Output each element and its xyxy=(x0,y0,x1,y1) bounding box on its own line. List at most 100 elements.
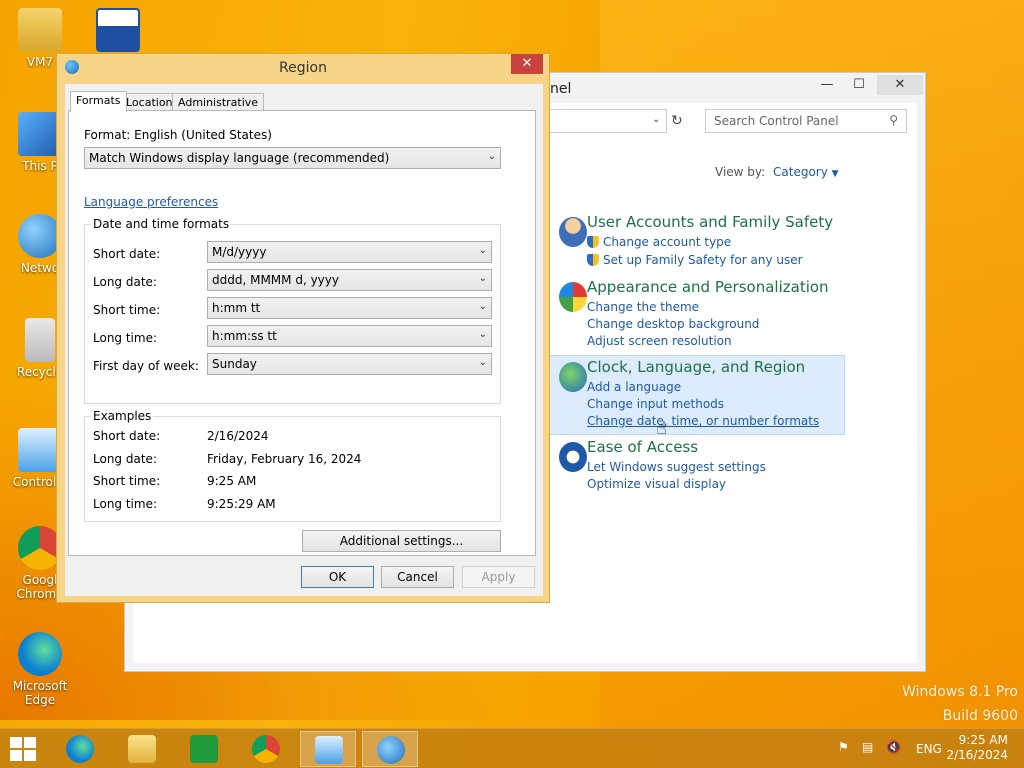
taskbar-store[interactable] xyxy=(176,731,232,767)
category-link[interactable]: Let Windows suggest settings xyxy=(587,460,766,474)
cancel-button[interactable]: Cancel xyxy=(381,566,454,588)
desktop-icon-document[interactable] xyxy=(80,8,156,55)
view-by-dropdown[interactable]: Category ▼ xyxy=(773,165,839,179)
region-dialog[interactable]: Region ✕ Formats Location Administrative… xyxy=(56,53,550,603)
watermark-line1: Windows 8.1 Pro xyxy=(902,684,1018,700)
category-link[interactable]: Set up Family Safety for any user xyxy=(587,253,803,267)
flag-icon[interactable]: ⚑ xyxy=(838,740,849,754)
view-by-label: View by: xyxy=(715,165,766,179)
link-text: Change account type xyxy=(603,235,732,249)
link-text: Set up Family Safety for any user xyxy=(603,253,803,267)
clock-date: 2/16/2024 xyxy=(946,748,1008,762)
window-title: nel xyxy=(550,81,572,97)
desktop-icon-label: Netwo xyxy=(20,261,60,275)
examples-group: Examples Short date: 2/16/2024 Long date… xyxy=(84,409,501,522)
minimize-button[interactable]: — xyxy=(813,75,841,95)
long-time-label: Long time: xyxy=(93,331,158,345)
category-heading[interactable]: User Accounts and Family Safety xyxy=(587,213,833,231)
category-link[interactable]: Change the theme xyxy=(587,300,699,314)
example-label: Long date: xyxy=(93,452,157,466)
additional-settings-button[interactable]: Additional settings... xyxy=(302,530,501,552)
category-link[interactable]: Add a language xyxy=(587,380,681,394)
edge-icon xyxy=(66,735,94,763)
format-dropdown[interactable]: Match Windows display language (recommen… xyxy=(84,147,501,169)
windows-start-icon[interactable] xyxy=(10,737,36,761)
category-heading[interactable]: Clock, Language, and Region xyxy=(587,358,805,376)
chevron-down-icon: ⌄ xyxy=(478,357,487,368)
category-link[interactable]: Change input methods xyxy=(587,397,724,411)
long-date-dropdown[interactable]: dddd, MMMM d, yyyy ⌄ xyxy=(207,269,492,291)
apply-button[interactable]: Apply xyxy=(462,566,535,588)
speaker-muted-icon[interactable]: 🔇 xyxy=(886,740,901,754)
folder-icon xyxy=(128,735,156,763)
category-link[interactable]: Change desktop background xyxy=(587,317,759,331)
clock[interactable]: 9:25 AM 2/16/2024 xyxy=(946,733,1008,763)
dropdown-value: h:mm:ss tt xyxy=(212,329,277,343)
short-time-dropdown[interactable]: h:mm tt ⌄ xyxy=(207,297,492,319)
short-date-dropdown[interactable]: M/d/yyyy ⌄ xyxy=(207,241,492,263)
taskbar-file-explorer[interactable] xyxy=(114,731,170,767)
category-link[interactable]: Change date, time, or number formats xyxy=(587,414,819,428)
example-value: Friday, February 16, 2024 xyxy=(207,452,362,466)
taskbar-control-panel[interactable] xyxy=(300,731,356,767)
chevron-down-icon: ⌄ xyxy=(478,329,487,340)
date-time-formats-group: Date and time formats Short date: M/d/yy… xyxy=(84,217,501,404)
dropdown-value: M/d/yyyy xyxy=(212,245,267,259)
taskbar-chrome[interactable] xyxy=(238,731,294,767)
floppy-document-icon xyxy=(96,8,140,52)
desktop-icon-label: Microsoft Edge xyxy=(12,679,68,707)
tab-formats[interactable]: Formats xyxy=(70,91,127,112)
chevron-down-icon: ⌄ xyxy=(478,273,487,284)
users-icon xyxy=(559,217,587,247)
language-indicator[interactable]: ENG xyxy=(916,742,942,756)
shield-icon xyxy=(587,254,599,266)
search-input[interactable]: Search Control Panel ⚲ xyxy=(705,109,907,133)
example-value: 2/16/2024 xyxy=(207,429,269,443)
category-heading[interactable]: Appearance and Personalization xyxy=(587,278,829,296)
dialog-title: Region xyxy=(279,60,327,76)
dialog-body: Formats Location Administrative Format: … xyxy=(65,84,543,596)
chevron-down-icon: ⌄ xyxy=(487,151,496,162)
maximize-button[interactable]: ☐ xyxy=(845,75,873,95)
dropdown-value: dddd, MMMM d, yyyy xyxy=(212,273,339,287)
desktop-icon-label: This P xyxy=(22,159,58,173)
search-placeholder: Search Control Panel xyxy=(714,114,839,128)
paint-palette-icon xyxy=(559,282,587,312)
taskbar: ⚑ ▤ 🔇 ENG 9:25 AM 2/16/2024 xyxy=(0,728,1024,768)
chevron-down-icon: ⌄ xyxy=(478,245,487,256)
close-button[interactable]: ✕ xyxy=(877,75,923,95)
category-link[interactable]: Change account type xyxy=(587,235,731,249)
taskbar-region[interactable] xyxy=(362,731,418,767)
example-value: 9:25:29 AM xyxy=(207,497,276,511)
tab-administrative[interactable]: Administrative xyxy=(172,93,265,111)
view-by-value: Category xyxy=(773,165,828,179)
group-title: Examples xyxy=(91,409,154,423)
ok-button[interactable]: OK xyxy=(301,566,374,588)
desktop-icon-edge[interactable]: Microsoft Edge xyxy=(2,632,78,707)
group-title: Date and time formats xyxy=(91,217,232,231)
language-preferences-link[interactable]: Language preferences xyxy=(84,195,218,209)
address-bar[interactable]: ⌄ xyxy=(549,109,667,133)
recycle-bin-icon xyxy=(25,318,55,362)
clock-globe-icon xyxy=(559,362,587,392)
category-link[interactable]: Adjust screen resolution xyxy=(587,334,732,348)
category-heading[interactable]: Ease of Access xyxy=(587,438,698,456)
short-date-label: Short date: xyxy=(93,247,161,261)
category-link[interactable]: Optimize visual display xyxy=(587,477,726,491)
clock-globe-icon xyxy=(377,736,405,764)
chevron-down-icon[interactable]: ⌄ xyxy=(652,114,660,125)
long-time-dropdown[interactable]: h:mm:ss tt ⌄ xyxy=(207,325,492,347)
long-date-label: Long date: xyxy=(93,275,157,289)
example-value: 9:25 AM xyxy=(207,474,257,488)
shield-icon xyxy=(587,236,599,248)
tab-location[interactable]: Location xyxy=(120,93,179,111)
store-icon xyxy=(190,735,218,763)
refresh-icon[interactable]: ↻ xyxy=(671,113,683,129)
taskbar-edge[interactable] xyxy=(52,731,108,767)
close-button[interactable]: ✕ xyxy=(511,54,543,74)
desktop-icon-label: VM7 xyxy=(26,55,54,69)
dropdown-value: h:mm tt xyxy=(212,301,261,315)
network-icon[interactable]: ▤ xyxy=(862,740,873,754)
chrome-icon xyxy=(252,735,280,763)
first-day-of-week-dropdown[interactable]: Sunday ⌄ xyxy=(207,353,492,375)
